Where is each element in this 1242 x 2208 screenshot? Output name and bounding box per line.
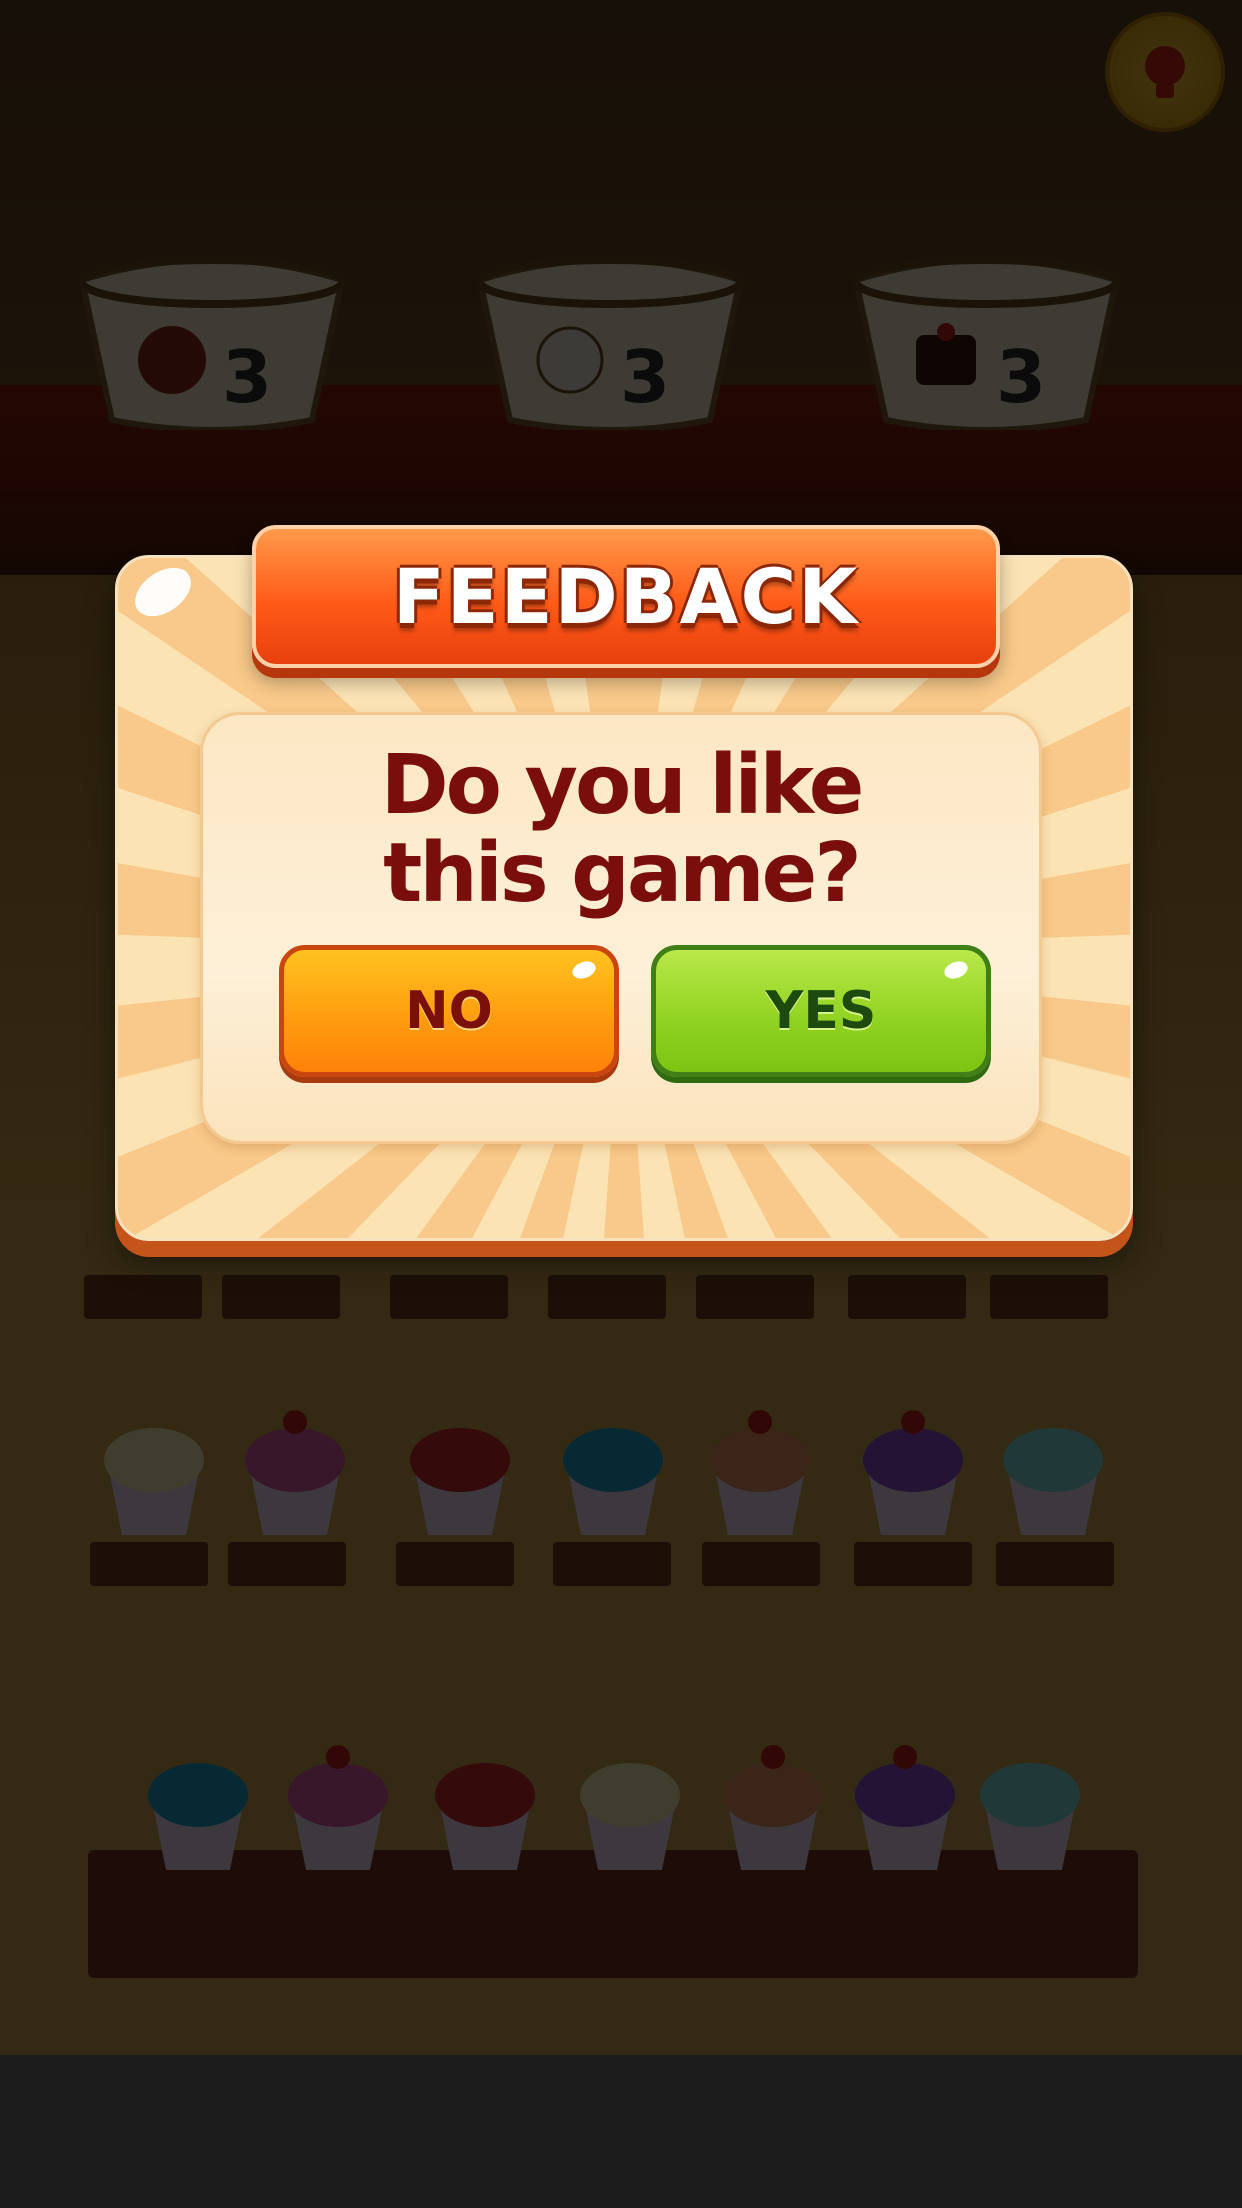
gloss-highlight (569, 958, 599, 982)
yes-button-label: YES (765, 981, 877, 1041)
gloss-highlight (941, 958, 971, 982)
question-panel: Do you like this game? (200, 712, 1042, 1144)
dialog-title: FEEDBACK (392, 552, 860, 641)
yes-button[interactable]: YES (651, 945, 991, 1077)
feedback-question: Do you like this game? (380, 738, 865, 921)
no-button-label: NO (405, 981, 493, 1041)
dialog-title-banner: FEEDBACK (252, 525, 1000, 668)
bottom-bar (0, 2055, 1242, 2208)
gloss-highlight (126, 557, 200, 627)
no-button[interactable]: NO (279, 945, 619, 1077)
